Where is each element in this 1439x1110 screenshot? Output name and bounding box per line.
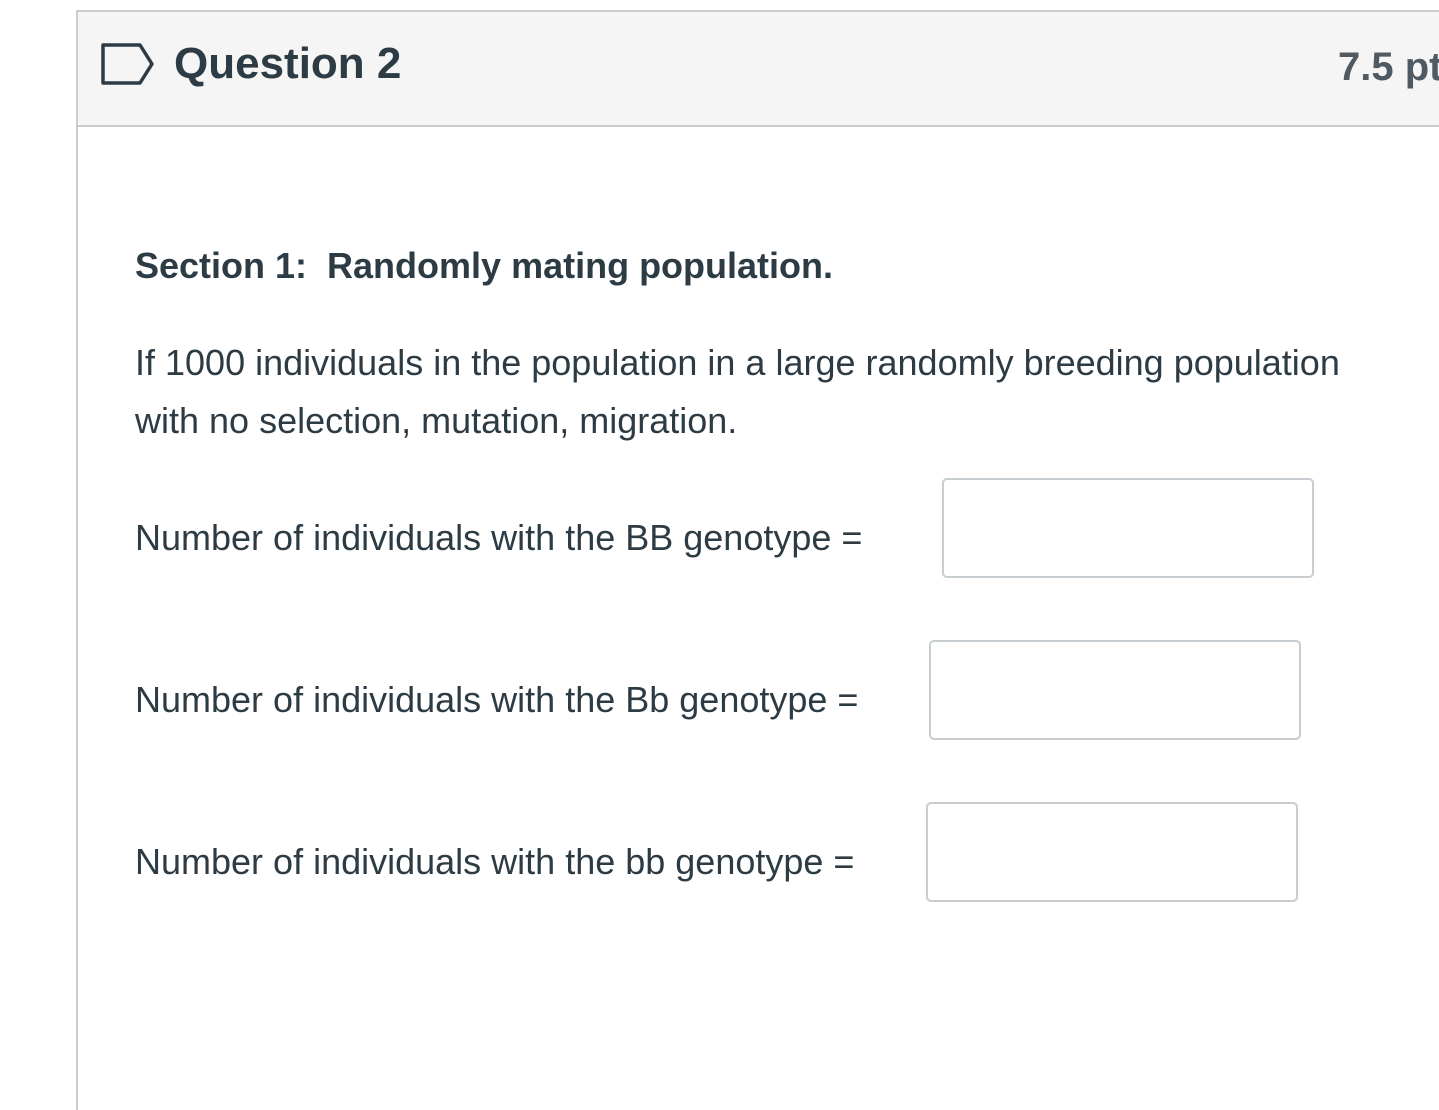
answer-label: Number of individuals with the bb genoty… bbox=[135, 841, 855, 882]
question-points: 7.5 pt bbox=[1338, 45, 1439, 89]
question-title: Question 2 bbox=[174, 39, 402, 88]
answer-input-Bb[interactable] bbox=[929, 640, 1301, 740]
answer-label: Number of individuals with the Bb genoty… bbox=[135, 679, 859, 720]
flag-outline-icon[interactable] bbox=[100, 42, 156, 86]
answer-input-BB[interactable] bbox=[942, 478, 1314, 578]
question-header: Question 2 7.5 pt bbox=[78, 12, 1439, 127]
section-heading: Section 1: Randomly mating population. bbox=[135, 245, 834, 286]
prompt-line: with no selection, mutation, migration. bbox=[135, 400, 738, 441]
prompt-line: If 1000 individuals in the population in… bbox=[135, 342, 1340, 383]
question-card: Question 2 7.5 pt Section 1: Randomly ma… bbox=[76, 10, 1439, 1110]
answer-input-bb[interactable] bbox=[926, 802, 1298, 902]
question-prompt: If 1000 individuals in the population in… bbox=[135, 334, 1439, 450]
answer-label: Number of individuals with the BB genoty… bbox=[135, 517, 863, 558]
